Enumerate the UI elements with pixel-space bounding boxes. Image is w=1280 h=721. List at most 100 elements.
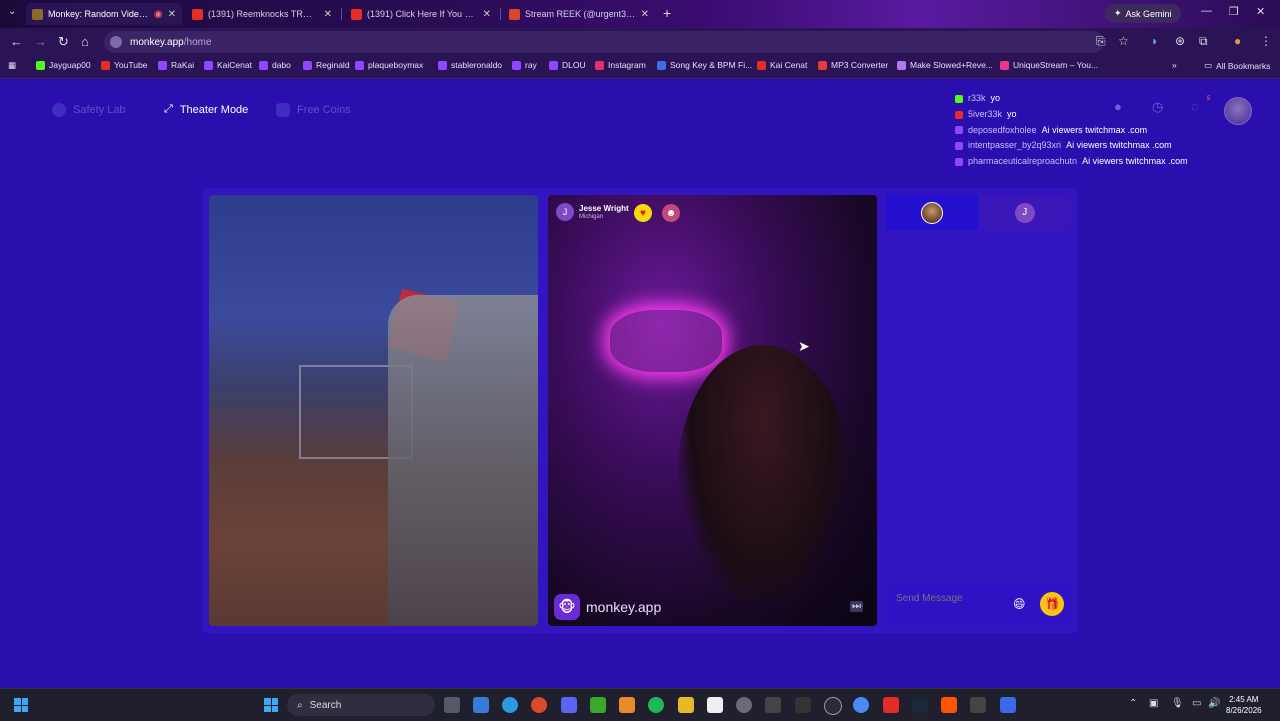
windows-start-icon[interactable] [264,698,278,712]
task-view-icon[interactable] [444,697,460,713]
vr-icon[interactable] [765,697,781,713]
edge-browser-icon[interactable] [502,697,518,713]
site-info-icon[interactable] [110,36,122,48]
bookmark-item[interactable]: stableronaldo [438,60,502,70]
tab-stream-reek[interactable]: Stream REEK (@urgent33k) m ✕ [503,3,655,25]
app-blue-icon[interactable] [1000,697,1016,713]
bookmark-favicon-icon [303,60,312,70]
reaction-button[interactable]: ☻ [662,204,680,222]
tab-search-chevron-icon[interactable]: ⌄ [8,6,16,17]
home-icon[interactable]: ⌂ [81,34,89,49]
bookmark-item[interactable]: DLOU [549,60,586,70]
history-clock-icon[interactable]: ◷ [1152,99,1163,115]
bookmark-item[interactable]: RaKai [158,60,194,70]
new-tab-plus-icon[interactable]: + [663,5,671,21]
file-explorer-icon[interactable] [678,697,694,713]
tab-monkey[interactable]: Monkey: Random Video Ch ◉ ✕ [26,3,182,25]
monitor-icon[interactable]: ▭ [1192,698,1201,709]
coins-icon [276,103,290,117]
chrome-active-icon[interactable] [853,697,869,713]
taskbar-search[interactable]: ⌕ Search [287,694,435,716]
theater-mode-button[interactable]: ⤢ Theater Mode [164,103,248,116]
tab-close-icon[interactable]: ✕ [641,9,649,20]
steam-icon[interactable] [912,697,928,713]
apps-grid-icon[interactable]: ▦ [8,60,16,71]
tab-close-icon[interactable]: ✕ [483,9,491,20]
install-app-icon[interactable]: ⎘ [1096,34,1106,49]
emoji-smile-icon[interactable]: 😄 [1013,597,1026,611]
tab-reemknocks[interactable]: (1391) Reemknocks TROLLS Ev ✕ [186,3,338,25]
bookmark-item[interactable]: ray [512,60,537,70]
skip-next-icon[interactable]: ⏭ [850,601,863,612]
bookmark-label: YouTube [114,60,148,70]
messages-icon[interactable]: ◌ [1191,99,1199,114]
capcut-icon[interactable] [970,697,986,713]
brave-icon[interactable] [619,697,635,713]
profile-avatar[interactable] [1224,97,1252,125]
monkey-app-page: Safety Lab ⤢ Theater Mode Free Coins r33… [0,79,1280,688]
safety-lab-button[interactable]: Safety Lab [52,103,126,117]
free-coins-button[interactable]: Free Coins [276,103,351,117]
discord-icon[interactable] [561,697,577,713]
notepad-icon[interactable] [707,697,723,713]
minimize-icon[interactable]: — [1201,5,1212,17]
chrome-profile-icon[interactable] [531,697,547,713]
gift-button[interactable]: 🎁 [1040,592,1064,616]
bookmark-item[interactable]: Make Slowed+Reve... [897,60,993,70]
profile-avatar-icon[interactable]: ● [1234,34,1241,48]
bookmark-item[interactable]: MP3 Converter [818,60,888,70]
taskbar-clock[interactable]: 2:45 AM 8/26/2026 [1226,694,1262,716]
bookmark-item[interactable]: Kai Cenat [757,60,807,70]
minecraft-icon[interactable] [590,697,606,713]
spotify-icon[interactable] [648,697,664,713]
volume-icon[interactable]: 🔊 [1208,698,1220,709]
bookmark-favicon-icon [897,60,906,70]
tray-overflow-chevron-icon[interactable]: ⌃ [1129,698,1137,709]
bookmarks-overflow-icon[interactable]: » [1172,60,1177,70]
tray-device-icon[interactable]: ▣ [1149,698,1158,709]
forward-arrow-icon[interactable]: → [34,34,47,49]
bookmark-item[interactable]: KaiCenat [204,60,252,70]
url-omnibox[interactable]: monkey.app/home [104,31,1104,53]
browser-menu-icon[interactable]: ⋮ [1260,34,1272,48]
star-icon[interactable]: ● [1114,99,1122,114]
close-window-icon[interactable]: ✕ [1256,5,1265,18]
tab-click-here[interactable]: (1391) Click Here If You Love Yo ✕ [345,3,497,25]
all-bookmarks-button[interactable]: ▭ All Bookmarks [1204,60,1270,71]
ask-gemini-button[interactable]: ✦ Ask Gemini [1105,4,1181,23]
settings-gear-icon[interactable] [736,697,752,713]
bookmark-item[interactable]: plaqueboymax [355,60,423,70]
extension-icon[interactable]: ⊛ [1175,34,1185,48]
reload-icon[interactable]: ↻ [58,34,69,50]
bookmark-item[interactable]: Jayguap00 [36,60,91,70]
bookmark-item[interactable]: Reginald [303,60,350,70]
bookmark-favicon-icon [438,60,447,70]
platform-icon [955,110,963,119]
side-tab-remote-user[interactable]: J [978,195,1071,230]
restore-icon[interactable]: ❐ [1229,5,1239,18]
bookmark-star-icon[interactable]: ☆ [1118,34,1129,48]
monkey-favicon-icon [32,8,43,20]
extension-audio-icon[interactable]: ◗ [1151,34,1158,48]
bookmarks-bar: ▦ Jayguap00 YouTube RaKai KaiCenat dabo Regin… [0,56,1280,79]
extensions-puzzle-icon[interactable]: ⧉ [1199,34,1208,49]
bookmark-item[interactable]: Song Key & BPM Fi... [657,60,752,70]
send-message-input[interactable] [894,592,1008,605]
remote-user-tag[interactable]: J Jesse Wright Michigan [556,203,629,221]
youtube-icon[interactable] [883,697,899,713]
media-player-icon[interactable] [824,697,842,715]
microphone-icon[interactable]: 🎙 [1171,698,1184,709]
widgets-icon[interactable] [14,698,28,712]
app-icon[interactable] [795,697,811,713]
side-tab-local-user[interactable] [886,195,979,230]
like-heart-button[interactable]: ♥ [634,204,652,222]
tab-close-icon[interactable]: ✕ [168,9,176,20]
bookmark-item[interactable]: Instagram [595,60,646,70]
copilot-icon[interactable] [473,697,489,713]
back-arrow-icon[interactable]: ← [10,34,23,49]
tab-close-icon[interactable]: ✕ [324,9,332,20]
bookmark-item[interactable]: UniqueStream – You... [1000,60,1098,70]
soundcloud-icon[interactable] [941,697,957,713]
bookmark-item[interactable]: YouTube [101,60,147,70]
bookmark-item[interactable]: dabo [259,60,291,70]
